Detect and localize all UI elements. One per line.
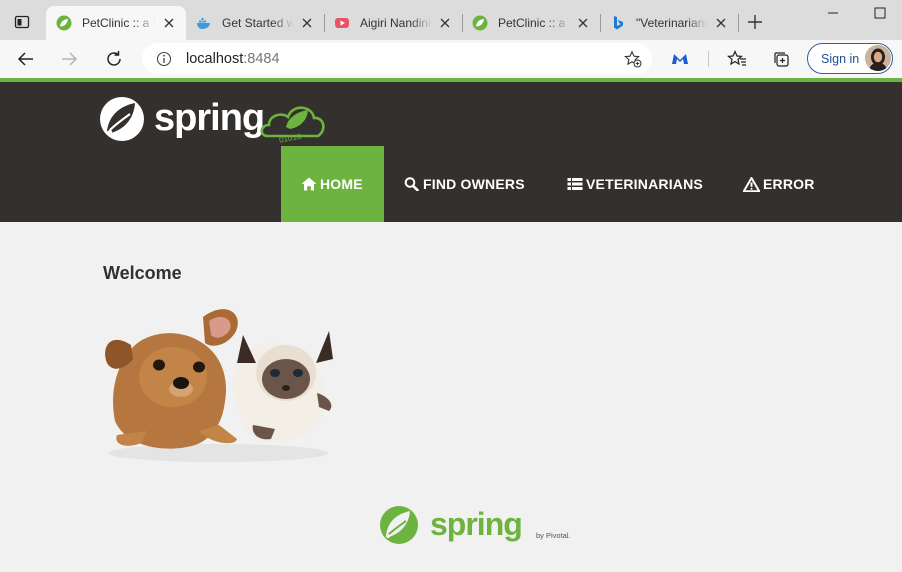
avatar: [865, 45, 891, 71]
malwarebytes-extension-icon[interactable]: [670, 49, 690, 69]
address-bar[interactable]: localhost:8484: [142, 43, 652, 74]
close-icon[interactable]: [576, 16, 590, 30]
warning-icon: [743, 176, 760, 192]
tab-title: Aigiri Nandini: [360, 16, 431, 30]
tab-petclinic[interactable]: PetClinic :: a Spring Framework demonstr…: [462, 6, 600, 40]
nav-label: HOME: [320, 176, 363, 192]
docker-icon: [197, 18, 210, 29]
spring-by-pivotal-logo: spring by Pivotal.: [380, 506, 571, 544]
bing-icon: [614, 16, 623, 30]
brand-text: spring: [154, 97, 264, 139]
nav-error[interactable]: ERROR: [723, 146, 835, 222]
badge-text: 01010: [278, 132, 302, 145]
refresh-icon[interactable]: [104, 49, 124, 69]
tab-youtube[interactable]: Aigiri Nandini: [324, 6, 462, 40]
url-host: localhost: [186, 51, 244, 67]
footer-pivotal-text: by Pivotal.: [536, 531, 571, 540]
sign-in-label: Sign in: [821, 51, 860, 66]
tab-separator: [738, 14, 739, 32]
tab-title: Get Started with Docker: [222, 16, 294, 30]
tab-title: PetClinic :: a Spring Framework demonstr…: [82, 16, 156, 30]
footer-brand-text: spring: [430, 506, 522, 542]
list-icon: [567, 178, 583, 190]
spring-leaf-icon: [56, 15, 72, 31]
home-icon: [301, 177, 317, 191]
youtube-icon: [335, 18, 349, 28]
tab-docker[interactable]: Get Started with Docker: [186, 6, 324, 40]
sign-in-button[interactable]: Sign in: [807, 43, 893, 74]
nav-label: VETERINARIANS: [586, 176, 703, 192]
url-text: localhost:8484: [186, 51, 280, 67]
collections-icon[interactable]: [771, 49, 791, 69]
tab-strip: PetClinic :: a Spring Framework demonstr…: [0, 0, 902, 40]
minimize-icon[interactable]: [826, 6, 840, 20]
tab-actions-icon[interactable]: [14, 14, 30, 30]
nav-home[interactable]: HOME: [281, 146, 384, 222]
tab-bing[interactable]: "Veterinarians": [600, 6, 738, 40]
page-title: Welcome: [103, 263, 182, 283]
nav-label: FIND OWNERS: [423, 176, 525, 192]
search-icon: [404, 177, 419, 191]
close-icon[interactable]: [714, 16, 728, 30]
site-header: spring 01010 HOME FIND OWNERS VETERINARI…: [0, 82, 902, 222]
close-icon[interactable]: [300, 16, 314, 30]
spring-logo[interactable]: spring 01010: [98, 94, 330, 150]
nav-veterinarians[interactable]: VETERINARIANS: [547, 146, 723, 222]
nav-label: ERROR: [763, 176, 815, 192]
back-icon[interactable]: [16, 49, 36, 69]
tab-title: "Veterinarians": [636, 16, 708, 30]
profile-photo-icon: [865, 45, 891, 71]
browser-toolbar: localhost:8484 Sign in: [0, 40, 902, 78]
spring-leaf-icon: [472, 15, 488, 31]
pets-image: [105, 309, 333, 462]
maximize-icon[interactable]: [873, 6, 887, 20]
url-port: :8484: [243, 51, 280, 67]
nav-find-owners[interactable]: FIND OWNERS: [384, 146, 545, 222]
info-icon[interactable]: [156, 51, 172, 67]
close-icon[interactable]: [438, 16, 452, 30]
close-icon[interactable]: [162, 16, 176, 30]
new-tab-icon[interactable]: [746, 13, 764, 31]
tab-title: PetClinic :: a Spring Framework demonstr…: [498, 16, 570, 30]
tab-petclinic-active[interactable]: PetClinic :: a Spring Framework demonstr…: [46, 6, 186, 40]
toolbar-separator: [708, 51, 709, 67]
add-favorite-icon[interactable]: [624, 50, 642, 68]
forward-icon[interactable]: [59, 49, 79, 69]
favorites-icon[interactable]: [727, 49, 747, 69]
